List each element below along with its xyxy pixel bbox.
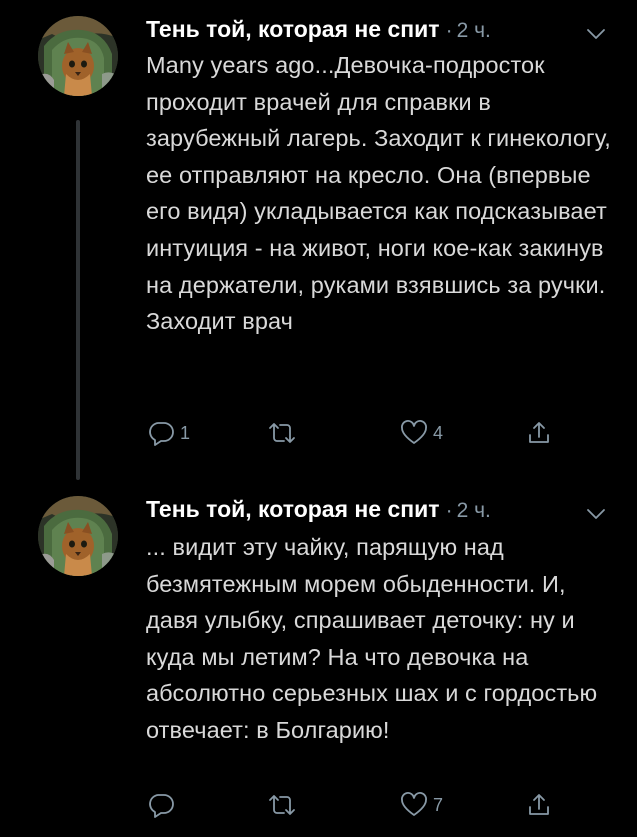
timestamp[interactable]: 2 ч.: [457, 19, 491, 42]
time-separator: ·: [445, 499, 453, 522]
retweet-button[interactable]: [266, 788, 302, 822]
retweet-button[interactable]: [266, 416, 302, 450]
share-icon: [524, 418, 554, 448]
avatar[interactable]: [38, 496, 118, 576]
time-separator: ·: [445, 19, 453, 42]
like-count: 7: [433, 794, 444, 815]
tweet[interactable]: Тень той, которая не спит · 2 ч. ... видит…: [0, 480, 637, 837]
reply-icon: [146, 418, 176, 448]
heart-icon: [399, 790, 429, 820]
reply-count: 1: [180, 422, 191, 443]
reply-button[interactable]: 1: [146, 416, 190, 450]
author-name[interactable]: Тень той, которая не спит: [146, 16, 440, 42]
tweet-header: Тень той, которая не спит · 2 ч.: [146, 491, 607, 527]
avatar[interactable]: [38, 16, 118, 96]
action-bar: 1 4: [146, 416, 586, 450]
share-icon: [524, 790, 554, 820]
tweet-text: Many years ago...Девочка-подросток прохо…: [146, 52, 611, 335]
like-count: 4: [433, 422, 444, 443]
thread-line: [76, 120, 80, 480]
reply-icon: [146, 790, 176, 820]
share-button[interactable]: [524, 788, 554, 822]
retweet-icon: [266, 418, 298, 448]
like-button[interactable]: 4: [399, 416, 443, 450]
tweet-text: ... видит эту чайку, парящую над безмяте…: [146, 534, 598, 743]
chevron-down-icon[interactable]: [585, 499, 607, 521]
like-button[interactable]: 7: [399, 788, 443, 822]
retweet-icon: [266, 790, 298, 820]
heart-icon: [399, 418, 429, 448]
share-button[interactable]: [524, 416, 554, 450]
author-name[interactable]: Тень той, которая не спит: [146, 496, 440, 522]
reply-button[interactable]: [146, 788, 180, 822]
tweet[interactable]: Тень той, которая не спит · 2 ч. Many year…: [0, 0, 637, 480]
timestamp[interactable]: 2 ч.: [457, 499, 491, 522]
tweet-header: Тень той, которая не спит · 2 ч.: [146, 11, 607, 47]
chevron-down-icon[interactable]: [585, 19, 607, 41]
action-bar: 7: [146, 788, 586, 822]
